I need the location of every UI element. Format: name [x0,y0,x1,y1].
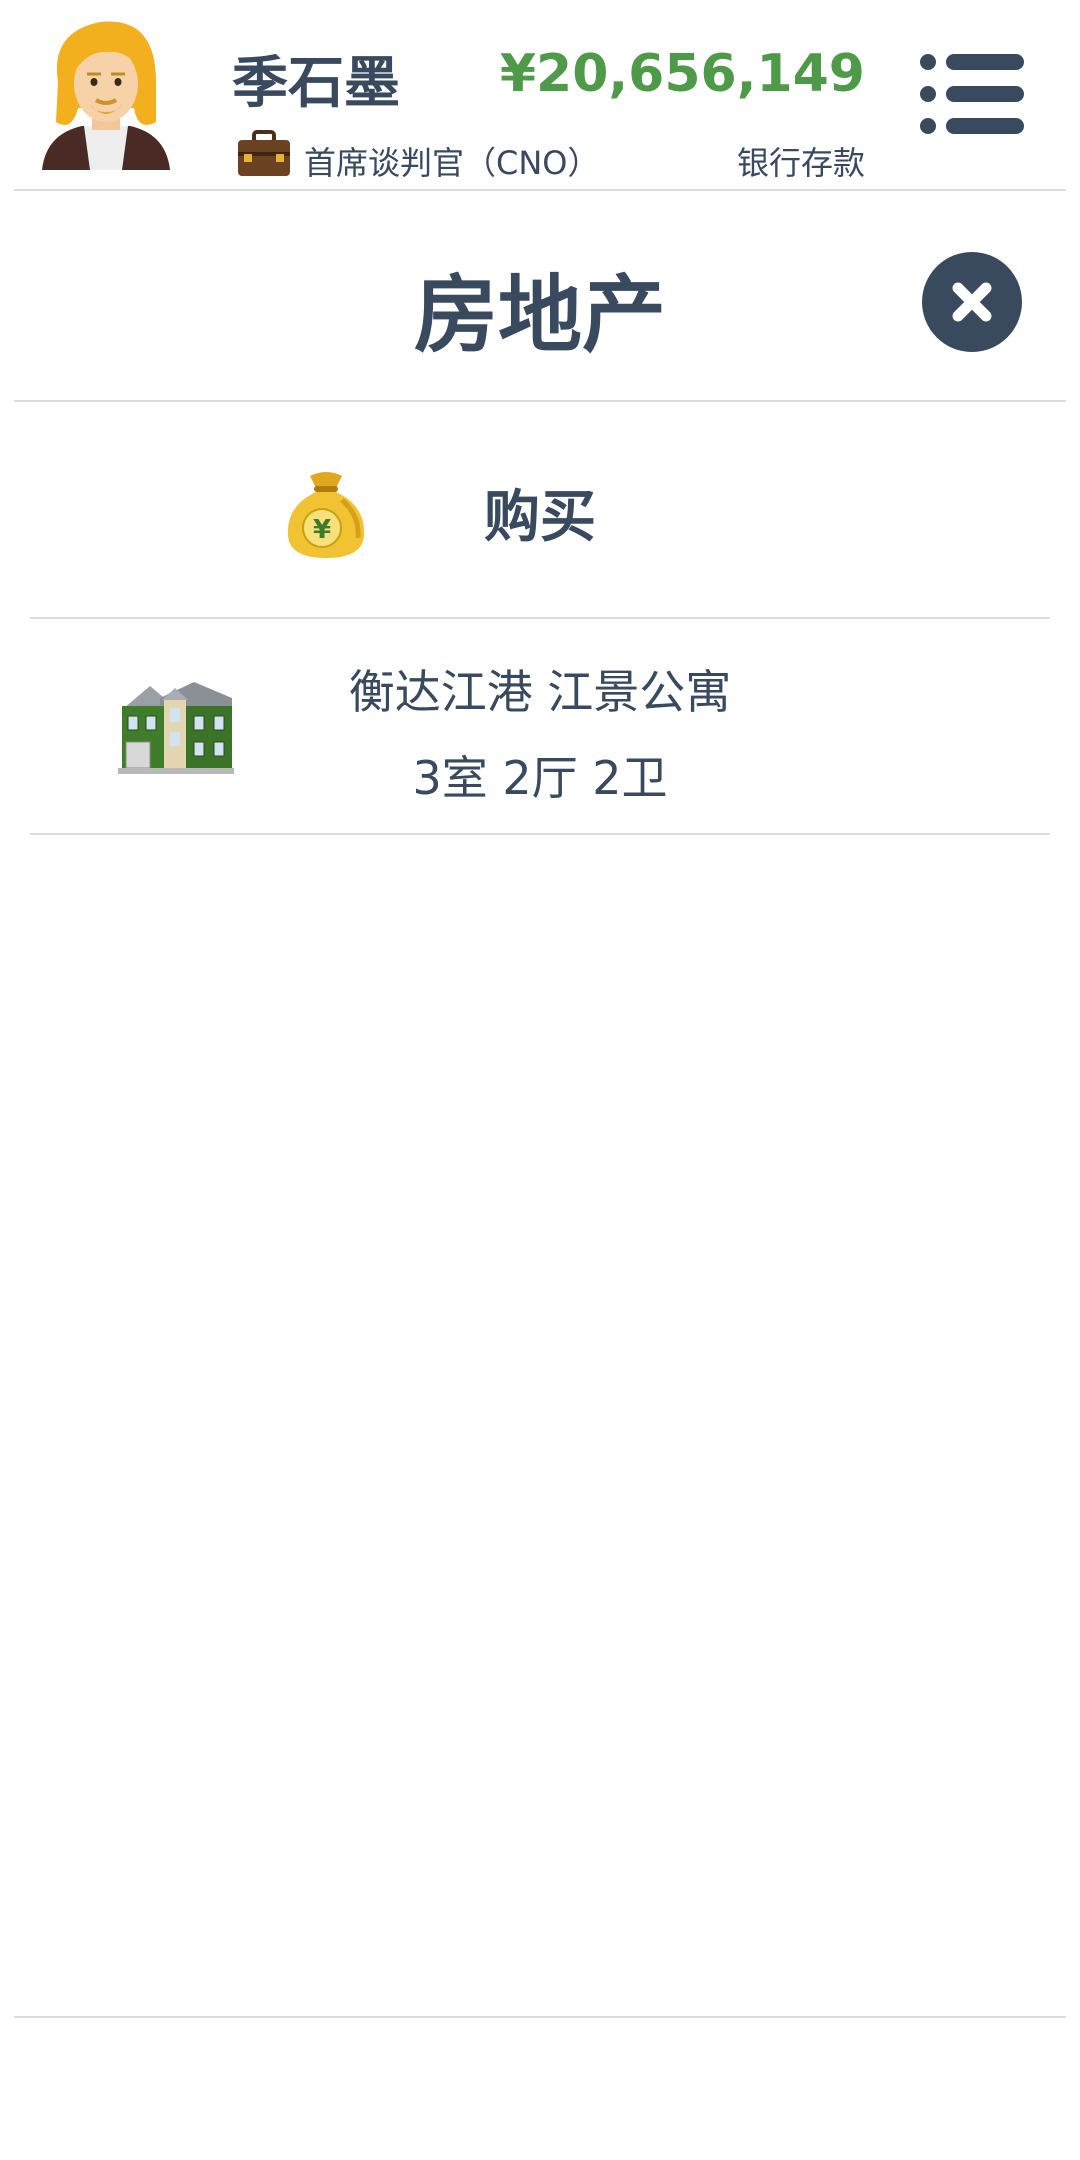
buy-label: 购买 [484,485,596,550]
player-name: 季石墨 [232,51,400,116]
avatar-icon[interactable] [38,12,174,176]
buy-divider [30,617,1050,619]
page-title: 房地产 [413,266,666,364]
close-button[interactable] [922,252,1022,352]
bank-balance-label: 银行存款 [736,144,865,182]
header-divider [14,189,1066,191]
property-name: 衡达江港 江景公寓 [348,665,732,719]
property-divider [30,833,1050,835]
footer-divider [14,2016,1066,2018]
briefcase-icon [236,130,292,178]
close-icon [922,252,1022,352]
bank-balance: ¥20,656,149 [499,44,865,104]
job-title: 首席谈判官（CNO） [304,144,600,182]
buy-button[interactable]: ¥ 购买 [30,404,1050,616]
title-divider [14,400,1066,402]
menu-list-icon[interactable] [918,52,1026,136]
player-header: 季石墨 首席谈判官（CNO） ¥20,656,149 银行存款 [0,0,1080,190]
list-item-property[interactable]: 衡达江港 江景公寓 3室 2厅 2卫 [30,620,1050,832]
real-estate-screen: 季石墨 首席谈判官（CNO） ¥20,656,149 银行存款 房地产 ¥ 购买… [0,0,1080,2160]
property-rooms: 3室 2厅 2卫 [412,751,668,805]
